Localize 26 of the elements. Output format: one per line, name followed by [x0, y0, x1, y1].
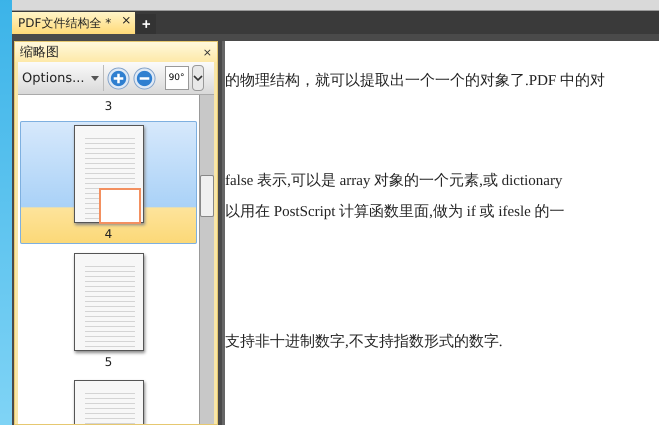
zoom-in-icon[interactable]	[106, 66, 130, 90]
new-tab-button[interactable]: +	[136, 14, 156, 34]
text-line: 以用在 PostScript 计算函数里面,做为 if 或 ifesle 的一	[225, 202, 566, 222]
options-dropdown[interactable]: Options...	[20, 65, 104, 91]
scroll-thumb[interactable]	[200, 175, 214, 217]
page-thumbnail-item[interactable]: 3	[20, 95, 197, 115]
chevron-down-icon	[192, 74, 203, 82]
close-icon[interactable]: ×	[121, 13, 132, 27]
zoom-out-icon[interactable]	[132, 66, 156, 90]
page-thumbnail-item[interactable]: 5	[20, 250, 197, 371]
document-tab[interactable]: PDF文件结构全 * ×	[12, 12, 136, 34]
caret-icon	[90, 76, 99, 80]
page-number: 4	[104, 227, 112, 241]
text-line: 支持非十进制数字,不支持指数形式的数字.	[225, 332, 504, 352]
page-number: 5	[104, 355, 112, 369]
text-line: 的物理结构，就可以提取出一个一个的对象了.PDF 中的对	[225, 72, 606, 91]
rotate-button[interactable]: 90°	[164, 66, 189, 90]
page-thumbnail-item[interactable]: 4	[20, 121, 197, 244]
more-button[interactable]	[192, 65, 204, 91]
page-number: 3	[104, 99, 112, 113]
panel-title: 缩略图	[20, 44, 59, 61]
tab-label: PDF文件结构全 *	[18, 14, 112, 32]
scrollbar[interactable]	[199, 95, 214, 424]
view-area-frame	[98, 188, 140, 224]
text-line: false 表示,可以是 array 对象的一个元素,或 dictionary	[225, 172, 564, 191]
close-icon[interactable]: ×	[202, 46, 212, 58]
